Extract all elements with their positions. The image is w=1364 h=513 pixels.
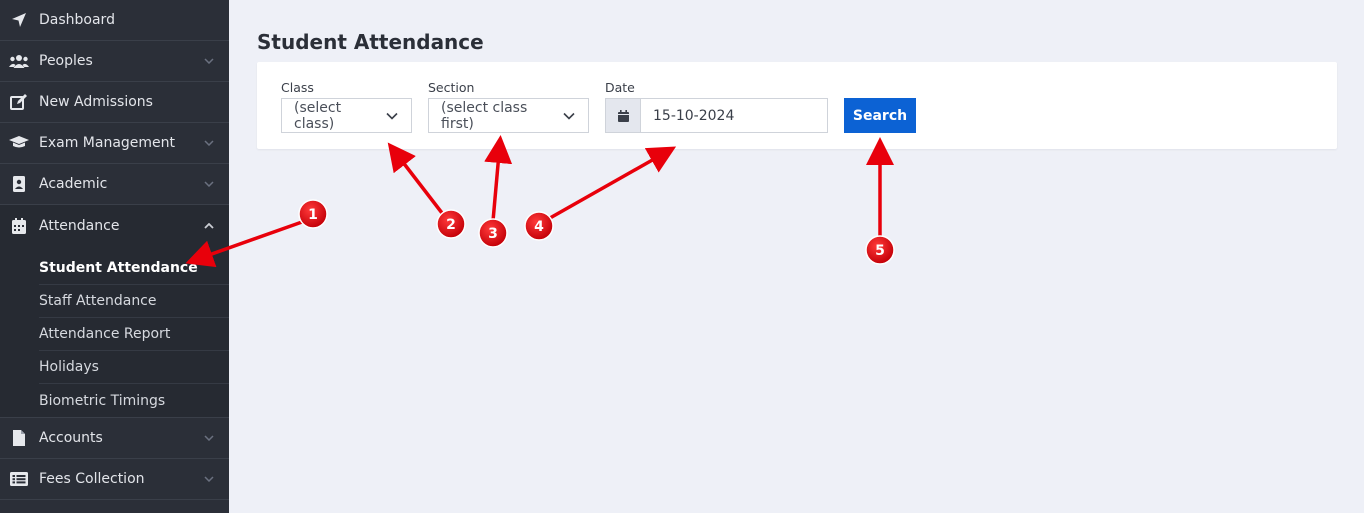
date-picker <box>605 98 828 133</box>
calendar-icon <box>8 217 30 235</box>
search-button[interactable]: Search <box>844 98 916 133</box>
class-label: Class <box>281 80 314 95</box>
sidebar-item-peoples[interactable]: Peoples <box>0 41 229 82</box>
submenu-item-student-attendance[interactable]: Student Attendance <box>39 252 229 285</box>
chevron-down-icon <box>203 55 215 67</box>
sidebar-item-attendance[interactable]: Attendance <box>0 205 229 246</box>
sidebar-item-accounts[interactable]: Accounts <box>0 418 229 459</box>
chevron-down-icon <box>203 178 215 190</box>
file-icon <box>8 429 30 447</box>
chevron-down-icon <box>203 473 215 485</box>
chevron-down-icon <box>562 109 576 123</box>
submenu-item-attendance-report[interactable]: Attendance Report <box>39 318 229 351</box>
class-select[interactable]: (select class) <box>281 98 412 133</box>
graduation-cap-icon <box>8 134 30 152</box>
section-select[interactable]: (select class first) <box>428 98 589 133</box>
sidebar-item-label: Peoples <box>39 53 93 69</box>
users-icon <box>8 52 30 70</box>
page-title: Student Attendance <box>257 30 484 54</box>
sidebar-item-exam-management[interactable]: Exam Management <box>0 123 229 164</box>
sidebar-item-dashboard[interactable]: Dashboard <box>0 0 229 41</box>
location-arrow-icon <box>8 11 30 29</box>
chevron-up-icon <box>203 220 215 232</box>
sidebar-item-academic[interactable]: Academic <box>0 164 229 205</box>
sidebar-item-label: Accounts <box>39 430 103 446</box>
class-select-value: (select class) <box>294 99 342 132</box>
attendance-submenu: Student Attendance Staff Attendance Atte… <box>0 246 229 418</box>
sidebar-item-label: Attendance <box>39 217 120 234</box>
chevron-down-icon <box>203 137 215 149</box>
address-book-icon <box>8 175 30 193</box>
list-alt-icon <box>8 470 30 488</box>
date-input[interactable] <box>641 99 827 132</box>
sidebar-item-new-admissions[interactable]: New Admissions <box>0 82 229 123</box>
sidebar-item-fees-collection[interactable]: Fees Collection <box>0 459 229 500</box>
main-content: Student Attendance Class (select class) … <box>229 0 1364 513</box>
sidebar-item-label: Dashboard <box>39 12 115 28</box>
submenu-item-staff-attendance[interactable]: Staff Attendance <box>39 285 229 318</box>
submenu-item-biometric-timings[interactable]: Biometric Timings <box>39 384 229 417</box>
date-label: Date <box>605 80 635 95</box>
sidebar-item-label: New Admissions <box>39 94 153 110</box>
calendar-icon[interactable] <box>606 99 641 132</box>
section-label: Section <box>428 80 475 95</box>
filter-card: Class (select class) Section (select cla… <box>257 62 1337 149</box>
sidebar: Dashboard Peoples New Admissions Exam Ma… <box>0 0 229 513</box>
sidebar-item-label: Academic <box>39 176 108 192</box>
chevron-down-icon <box>203 432 215 444</box>
edit-icon <box>8 93 30 111</box>
chevron-down-icon <box>385 109 399 123</box>
sidebar-item-label: Fees Collection <box>39 471 145 487</box>
submenu-item-holidays[interactable]: Holidays <box>39 351 229 384</box>
sidebar-item-label: Exam Management <box>39 135 176 151</box>
section-select-value: (select class first) <box>441 99 528 132</box>
